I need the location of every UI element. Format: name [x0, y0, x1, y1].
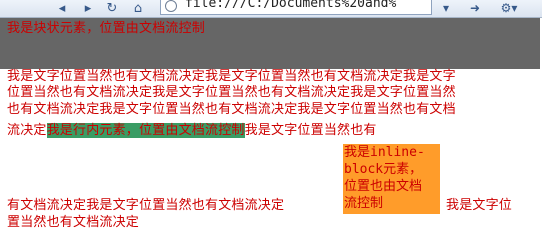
dropdown-arrow-icon[interactable]: ▾	[436, 0, 456, 16]
text-line-3: 也有文档流决定我是文字位置当然也有文档流决定我是文字位置当然也有文档	[7, 102, 456, 117]
text-line-2: 位置当然也有文档流决定我是文字位置当然也有文档流决定我是文字位置当然	[7, 85, 456, 100]
block-element-text: 我是块状元素，位置由文档流控制	[7, 21, 206, 36]
text-line-5-end: 我是文字位	[446, 198, 513, 213]
text-line-1: 我是文字位置当然也有文档流决定我是文字位置当然也有文档流决定我是文字	[7, 69, 456, 84]
browser-toolbar: ◂ ▸ ↻ ⌂ file:///C:/Documents%20and% ▾ ➜ …	[0, 0, 542, 18]
home-icon[interactable]: ⌂	[130, 1, 146, 17]
text-line-4-end: 我是文字位置当然也有	[244, 123, 377, 138]
inline-element: 我是行内元素，位置由文档流控制	[46, 123, 245, 138]
back-arrow-icon[interactable]: ◂	[54, 1, 70, 17]
inline-block-line-1: 我是inline-	[344, 145, 425, 160]
forward-arrow-icon[interactable]: ▸	[80, 1, 96, 17]
go-arrow-icon[interactable]: ➜	[466, 0, 484, 16]
text-line-6: 置当然也有文档流决定	[7, 215, 140, 230]
text-line-5: 有文档流决定我是文字位置当然也有文档流决定	[7, 198, 285, 213]
text-line-4: 流决定我是行内元素，位置由文档流控制我是文字位置当然也有	[7, 123, 377, 139]
inline-block-element: 我是inline- block元素， 位置也由文档 流控制	[343, 144, 440, 214]
reload-icon[interactable]: ↻	[104, 1, 120, 17]
text-line-4-start: 流决定	[7, 123, 47, 138]
block-element: 我是块状元素，位置由文档流控制	[0, 18, 540, 69]
inline-block-line-3: 位置也由文档	[344, 179, 423, 194]
inline-block-line-4: 流控制	[344, 196, 384, 211]
inline-block-line-2: block元素，	[344, 162, 423, 177]
address-url[interactable]: file:///C:/Documents%20and%	[185, 0, 396, 11]
address-bar[interactable]: file:///C:/Documents%20and%	[160, 0, 432, 15]
page-globe-icon	[165, 0, 177, 12]
tools-wrench-icon[interactable]: ⚙▾	[496, 0, 522, 16]
